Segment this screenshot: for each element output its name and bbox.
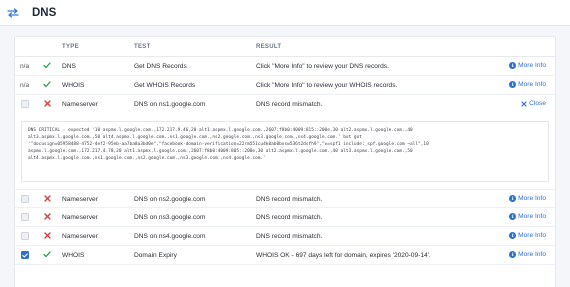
type-cell: Nameserver bbox=[62, 195, 98, 203]
result-cell: DNS record mismatch. bbox=[256, 213, 323, 221]
info-icon: i bbox=[509, 81, 517, 88]
test-cell: Get DNS Records bbox=[134, 62, 187, 70]
table-row: Nameserver DNS on ns2.google.com DNS rec… bbox=[15, 189, 555, 208]
check-icon bbox=[43, 80, 51, 89]
row-checkbox[interactable] bbox=[21, 232, 29, 240]
test-cell: DNS on ns3.google.com bbox=[134, 213, 206, 221]
column-test: TEST bbox=[134, 44, 151, 50]
info-icon: i bbox=[509, 62, 517, 69]
info-icon: i bbox=[509, 251, 517, 258]
test-cell: Get WHOIS Records bbox=[134, 81, 196, 89]
result-cell: WHOIS OK - 697 days left for domain, exp… bbox=[256, 251, 431, 259]
type-cell: Nameserver bbox=[62, 100, 98, 108]
more-info-link[interactable]: i More Info bbox=[509, 213, 546, 220]
more-info-link[interactable]: i More Info bbox=[509, 62, 546, 69]
type-cell: Nameserver bbox=[62, 232, 98, 240]
detail-line: aspmx.l.google.com.,172.217.4.78,20 alt1… bbox=[28, 149, 413, 154]
cross-icon bbox=[43, 194, 51, 203]
table-header: TYPE TEST RESULT bbox=[15, 37, 555, 57]
table-row: Nameserver DNS on ns1.google.com DNS rec… bbox=[15, 95, 555, 114]
result-cell: DNS record mismatch. bbox=[256, 232, 323, 240]
table-row: n/a WHOIS Get WHOIS Records Click "More … bbox=[15, 76, 555, 95]
row-checkbox[interactable] bbox=[21, 251, 29, 259]
more-info-link[interactable]: i More Info bbox=[509, 251, 546, 258]
more-info-link[interactable]: i More Info bbox=[509, 81, 546, 88]
type-cell: Nameserver bbox=[62, 213, 98, 221]
detail-line: alt4.aspmx.l.google.com.,ns1.google.com.… bbox=[28, 156, 266, 161]
result-cell: Click "More Info" to review your WHOIS r… bbox=[256, 81, 398, 89]
status-label: n/a bbox=[20, 81, 30, 89]
row-checkbox[interactable] bbox=[21, 100, 29, 108]
info-icon: i bbox=[509, 195, 517, 202]
status-label: n/a bbox=[20, 62, 30, 70]
close-icon bbox=[521, 100, 527, 107]
row-checkbox[interactable] bbox=[21, 213, 29, 221]
more-info-link[interactable]: i More Info bbox=[509, 195, 546, 202]
test-cell: DNS on ns4.google.com bbox=[134, 232, 206, 240]
check-icon bbox=[43, 250, 51, 259]
info-icon: i bbox=[509, 232, 517, 239]
close-link[interactable]: Close bbox=[521, 100, 546, 107]
test-cell: Domain Expiry bbox=[134, 251, 177, 259]
row-checkbox[interactable] bbox=[21, 195, 29, 203]
column-type: TYPE bbox=[62, 44, 79, 50]
test-cell: DNS on ns2.google.com bbox=[134, 195, 206, 203]
info-icon: i bbox=[509, 213, 517, 220]
result-cell: Click "More Info" to review your DNS rec… bbox=[256, 62, 389, 70]
result-cell: DNS record mismatch. bbox=[256, 195, 323, 203]
column-result: RESULT bbox=[256, 44, 282, 50]
table-row: Nameserver DNS on ns3.google.com DNS rec… bbox=[15, 208, 555, 227]
table-row: Nameserver DNS on ns4.google.com DNS rec… bbox=[15, 227, 555, 246]
detail-line: DNS CRITICAL - expected '10 aspmx.l.goog… bbox=[28, 128, 413, 133]
type-cell: DNS bbox=[62, 62, 76, 70]
type-cell: WHOIS bbox=[62, 81, 85, 89]
cross-icon bbox=[43, 212, 51, 221]
page-title: DNS bbox=[32, 6, 57, 19]
dns-results-table: TYPE TEST RESULT n/a DNS Get DNS Records… bbox=[14, 36, 556, 287]
test-cell: DNS on ns1.google.com bbox=[134, 100, 206, 108]
cross-icon bbox=[43, 231, 51, 240]
swap-arrows-icon[interactable] bbox=[6, 6, 20, 20]
detail-line: '"docusign=05958488-4752-4ef2-95eb-aa7ba… bbox=[28, 142, 429, 147]
cross-icon bbox=[43, 99, 51, 108]
detail-line: alt3.aspmx.l.google.com.,50 alt4.aspmx.l… bbox=[28, 135, 362, 140]
check-icon bbox=[43, 61, 51, 70]
dns-detail-output: DNS CRITICAL - expected '10 aspmx.l.goog… bbox=[21, 121, 549, 182]
result-cell: DNS record mismatch. bbox=[256, 100, 323, 108]
table-row: WHOIS Domain Expiry WHOIS OK - 697 days … bbox=[15, 246, 555, 265]
type-cell: WHOIS bbox=[62, 251, 85, 259]
page-header: DNS bbox=[0, 0, 570, 26]
more-info-link[interactable]: i More Info bbox=[509, 232, 546, 239]
table-row: n/a DNS Get DNS Records Click "More Info… bbox=[15, 57, 555, 76]
